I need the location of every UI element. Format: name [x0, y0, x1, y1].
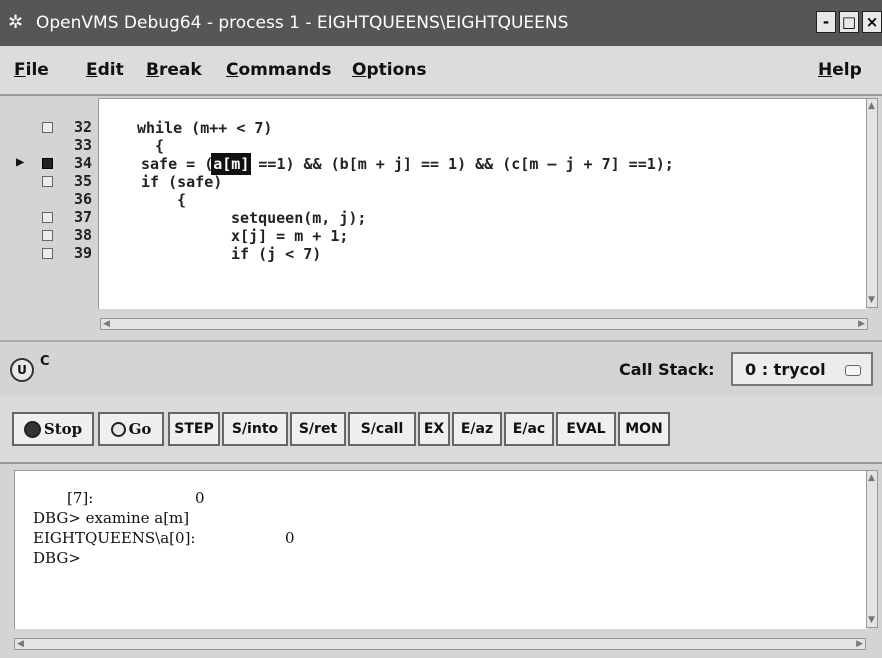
step-return-button[interactable]: S/ret: [290, 412, 346, 446]
step-into-button[interactable]: S/into: [222, 412, 288, 446]
menu-edit-label: dit: [97, 60, 124, 80]
menu-bar: File Edit Break Commands Options Help: [0, 46, 882, 96]
console-value: 0: [285, 529, 295, 547]
menu-file[interactable]: File: [14, 60, 49, 80]
go-button[interactable]: Go: [98, 412, 164, 446]
monitor-button[interactable]: MON: [618, 412, 670, 446]
source-code-pane[interactable]: while (m++ < 7) { safe = (a[m] ==1) && (…: [98, 98, 867, 309]
source-line: x[j] = m + 1;: [231, 227, 349, 245]
breakpoint-toggle[interactable]: [42, 248, 53, 259]
eval-button[interactable]: EVAL: [556, 412, 616, 446]
go-icon: [110, 421, 126, 437]
scroll-up-icon[interactable]: ▲: [868, 473, 875, 483]
scroll-right-icon[interactable]: ▶: [856, 639, 863, 649]
source-line-number: 33: [73, 136, 92, 154]
user-mode-badge: U: [10, 358, 34, 382]
source-line: while (m++ < 7): [137, 119, 273, 137]
stop-icon: [23, 420, 41, 438]
scroll-down-icon[interactable]: ▼: [868, 295, 875, 305]
source-view: 32 33 ▶ 34 35 36 37 38 39 while (m++ < 7)…: [0, 96, 882, 338]
source-line-number: 38: [42, 226, 92, 245]
console-horizontal-scrollbar[interactable]: ◀ ▶: [14, 638, 866, 650]
console-vertical-scrollbar[interactable]: ▲ ▼: [866, 470, 878, 628]
maximize-button[interactable]: □: [839, 11, 859, 33]
console-value: 0: [195, 489, 205, 507]
scroll-down-icon[interactable]: ▼: [868, 615, 875, 625]
console-label: EIGHTQUEENS\a[0]:: [33, 529, 196, 547]
menu-help-accel: H: [818, 60, 833, 80]
source-vertical-scrollbar[interactable]: ▲ ▼: [866, 98, 878, 308]
source-line-number: 32: [42, 118, 92, 137]
title-bar: ✲ OpenVMS Debug64 - process 1 - EIGHTQUE…: [0, 0, 882, 46]
menu-commands-label: ommands: [238, 60, 332, 80]
window-controls: - □ ×: [816, 11, 882, 33]
source-line-number: 35: [42, 172, 92, 191]
selected-expression[interactable]: a[m]: [211, 153, 252, 175]
line-number-gutter: 32 33 ▶ 34 35 36 37 38 39: [0, 96, 98, 311]
console-line: DBG> examine a[m]: [33, 509, 190, 527]
current-line-arrow-icon: ▶: [16, 154, 25, 170]
console-prompt[interactable]: DBG>: [33, 549, 81, 567]
breakpoint-toggle[interactable]: [42, 158, 53, 169]
call-stack-value: 0 : trycol: [745, 360, 826, 379]
examine-ac-button[interactable]: E/ac: [504, 412, 554, 446]
menu-break-accel: B: [146, 60, 159, 80]
source-line: {: [137, 137, 165, 155]
command-console[interactable]: [7]: 0 DBG> examine a[m] EIGHTQUEENS\a[0…: [14, 470, 867, 629]
status-indicator: C: [40, 354, 50, 369]
scroll-left-icon[interactable]: ◀: [103, 319, 110, 329]
stop-button[interactable]: Stop: [12, 412, 94, 446]
scroll-left-icon[interactable]: ◀: [17, 639, 24, 649]
breakpoint-toggle[interactable]: [42, 212, 53, 223]
call-stack-label: Call Stack:: [619, 360, 715, 379]
menu-break[interactable]: Break: [146, 60, 202, 80]
source-line-number: 39: [42, 244, 92, 263]
menu-break-label: reak: [158, 60, 202, 80]
menu-help[interactable]: Help: [818, 60, 862, 80]
source-line-current: safe = (a[m] ==1) && (b[m + j] == 1) && …: [141, 153, 674, 175]
close-button[interactable]: ×: [862, 11, 882, 33]
menu-commands[interactable]: Commands: [226, 60, 331, 80]
menu-help-label: elp: [832, 60, 862, 80]
debugger-app-icon[interactable]: ✲: [8, 13, 28, 33]
command-toolbar: Stop Go STEP S/into S/ret S/call EX E/az…: [0, 396, 882, 464]
minimize-button[interactable]: -: [816, 11, 836, 33]
code-prefix: safe = (: [141, 155, 214, 173]
menu-commands-accel: C: [226, 60, 239, 80]
scroll-right-icon[interactable]: ▶: [858, 319, 865, 329]
status-bar: U C Call Stack: 0 : trycol: [0, 340, 882, 398]
stop-label: Stop: [43, 420, 83, 438]
dropdown-icon: [845, 365, 861, 376]
step-call-button[interactable]: S/call: [348, 412, 416, 446]
source-line: if (safe): [141, 173, 223, 191]
examine-button[interactable]: EX: [418, 412, 450, 446]
menu-edit[interactable]: Edit: [86, 60, 124, 80]
menu-options-accel: O: [352, 60, 367, 80]
examine-az-button[interactable]: E/az: [452, 412, 502, 446]
menu-options-label: ptions: [366, 60, 427, 80]
source-line-number: ▶ 34: [16, 154, 92, 172]
source-horizontal-scrollbar[interactable]: ◀ ▶: [100, 318, 868, 330]
step-button[interactable]: STEP: [168, 412, 220, 446]
source-line-number: 37: [42, 208, 92, 227]
menu-file-accel: F: [14, 60, 26, 80]
go-label: Go: [128, 420, 152, 438]
breakpoint-toggle[interactable]: [42, 176, 53, 187]
menu-file-label: ile: [25, 60, 49, 80]
breakpoint-toggle[interactable]: [42, 230, 53, 241]
console-label: [7]:: [67, 489, 94, 507]
scroll-up-icon[interactable]: ▲: [868, 101, 875, 111]
window-title: OpenVMS Debug64 - process 1 - EIGHTQUEEN…: [36, 13, 569, 33]
source-line: setqueen(m, j);: [231, 209, 367, 227]
source-line: if (j < 7): [231, 245, 322, 263]
code-suffix: ==1) && (b[m + j] == 1) && (c[m – j + 7]…: [249, 155, 674, 173]
source-line-number: 36: [73, 190, 92, 208]
source-line: {: [159, 191, 187, 209]
call-stack-select[interactable]: 0 : trycol: [731, 352, 873, 386]
breakpoint-toggle[interactable]: [42, 122, 53, 133]
menu-edit-accel: E: [86, 60, 98, 80]
menu-options[interactable]: Options: [352, 60, 426, 80]
